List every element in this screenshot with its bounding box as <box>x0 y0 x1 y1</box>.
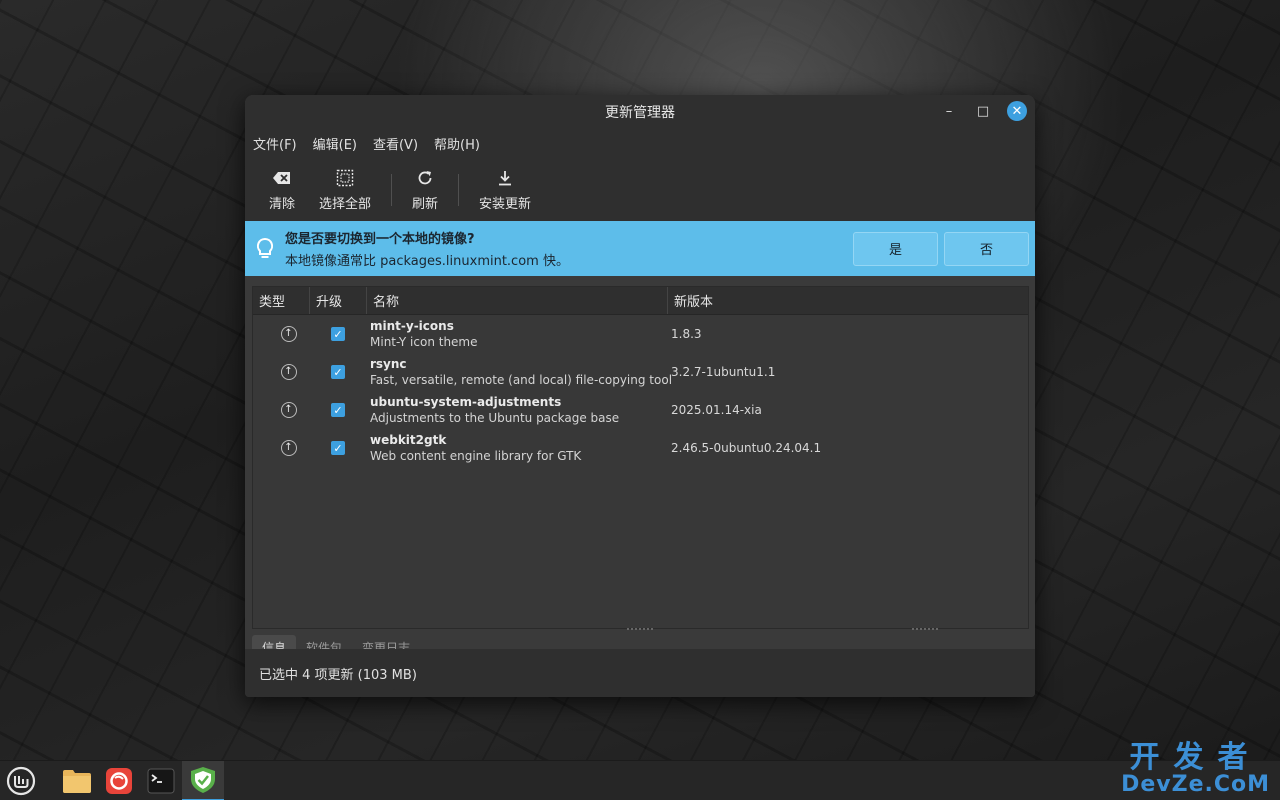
table-header: 类型 升级 名称 新版本 <box>253 287 1028 315</box>
select-all-label: 选择全部 <box>319 197 372 212</box>
table-row[interactable]: ↑ ✓ rsync Fast, versatile, remote (and l… <box>253 353 1028 391</box>
menu-edit[interactable]: 编辑(E) <box>313 134 357 153</box>
window-title: 更新管理器 <box>605 104 675 121</box>
watermark-cn: 开发者 <box>1129 740 1262 775</box>
maximize-button[interactable]: □ <box>973 101 993 121</box>
select-all-button[interactable]: 选择全部 <box>307 162 383 218</box>
refresh-icon <box>416 167 434 189</box>
status-bar: 已选中 4 项更新 (103 MB) <box>245 649 1035 697</box>
package-version: 3.2.7-1ubuntu1.1 <box>671 365 776 379</box>
folder-icon <box>63 769 91 793</box>
package-description: Fast, versatile, remote (and local) file… <box>370 373 673 387</box>
shield-icon <box>191 766 215 793</box>
upgrade-type-icon: ↑ <box>280 326 297 342</box>
lightbulb-icon <box>245 237 285 261</box>
package-name: webkit2gtk <box>370 433 447 447</box>
table-row[interactable]: ↑ ✓ webkit2gtk Web content engine librar… <box>253 429 1028 467</box>
status-text: 已选中 4 项更新 (103 MB) <box>259 667 417 683</box>
menu-help[interactable]: 帮助(H) <box>434 134 480 153</box>
update-manager-window: 更新管理器 – □ ✕ 文件(F) 编辑(E) 查看(V) 帮助(H) 清除 选… <box>245 95 1035 697</box>
pane-resize-handle[interactable] <box>912 628 938 630</box>
select-all-icon <box>336 167 354 189</box>
package-description: Mint-Y icon theme <box>370 335 478 349</box>
package-version: 2.46.5-0ubuntu0.24.04.1 <box>671 441 822 455</box>
updates-table: 类型 升级 名称 新版本 ↑ ✓ mint-y-icons Mint-Y ico… <box>252 286 1029 629</box>
toolbar-separator <box>391 173 393 206</box>
tab-changelog[interactable]: 变更日志 <box>352 635 420 649</box>
column-upgrade[interactable]: 升级 <box>310 287 367 314</box>
column-type[interactable]: 类型 <box>253 287 310 314</box>
upgrade-checkbox[interactable]: ✓ <box>331 327 345 341</box>
files-launcher[interactable] <box>56 761 98 800</box>
title-bar[interactable]: 更新管理器 – □ ✕ <box>245 95 1035 128</box>
package-description: Web content engine library for GTK <box>370 449 582 463</box>
install-updates-label: 安装更新 <box>479 197 532 212</box>
package-name: rsync <box>370 357 407 371</box>
backspace-icon <box>272 167 292 189</box>
upgrade-type-icon: ↑ <box>280 440 297 456</box>
package-name: ubuntu-system-adjustments <box>370 395 562 409</box>
terminal-icon <box>147 768 175 793</box>
upgrade-type-icon: ↑ <box>280 402 297 418</box>
infobar-title: 您是否要切换到一个本地的镜像? <box>285 232 475 247</box>
tab-info[interactable]: 信息 <box>252 635 297 649</box>
minimize-button[interactable]: – <box>939 101 959 121</box>
mint-logo-icon <box>6 766 36 795</box>
close-button[interactable]: ✕ <box>1007 101 1027 121</box>
menu-bar: 文件(F) 编辑(E) 查看(V) 帮助(H) <box>245 128 1035 158</box>
details-tabs: 信息 软件包 变更日志 <box>252 635 420 649</box>
terminal-launcher[interactable] <box>140 761 182 800</box>
clear-button[interactable]: 清除 <box>257 162 307 218</box>
toolbar: 清除 选择全部 刷新 安装更新 <box>245 158 1035 221</box>
upgrade-checkbox[interactable]: ✓ <box>331 441 345 455</box>
table-row[interactable]: ↑ ✓ mint-y-icons Mint-Y icon theme 1.8.3 <box>253 315 1028 353</box>
mirror-info-bar: 您是否要切换到一个本地的镜像? 本地镜像通常比 packages.linuxmi… <box>245 221 1035 276</box>
column-new-version[interactable]: 新版本 <box>668 287 1028 314</box>
firefox-launcher[interactable] <box>98 761 140 800</box>
table-row[interactable]: ↑ ✓ ubuntu-system-adjustments Adjustment… <box>253 391 1028 429</box>
package-name: mint-y-icons <box>370 319 454 333</box>
yes-button[interactable]: 是 <box>853 231 938 266</box>
toolbar-separator <box>458 173 460 206</box>
upgrade-checkbox[interactable]: ✓ <box>331 403 345 417</box>
pane-resize-handle[interactable] <box>627 628 653 630</box>
upgrade-type-icon: ↑ <box>280 364 297 380</box>
mint-menu-button[interactable] <box>0 761 42 800</box>
install-updates-button[interactable]: 安装更新 <box>467 162 543 218</box>
watermark-en: DevZe.CoM <box>1121 772 1270 797</box>
column-name[interactable]: 名称 <box>367 287 668 314</box>
infobar-message: 本地镜像通常比 packages.linuxmint.com 快。 <box>285 254 569 269</box>
download-icon <box>496 167 514 189</box>
package-description: Adjustments to the Ubuntu package base <box>370 411 620 425</box>
update-manager-task[interactable] <box>182 760 224 800</box>
firefox-icon <box>106 767 132 794</box>
watermark-logo: 开发者 DevZe.CoM <box>1121 732 1270 797</box>
clear-label: 清除 <box>269 197 296 212</box>
refresh-button[interactable]: 刷新 <box>400 162 450 218</box>
no-button[interactable]: 否 <box>944 231 1029 266</box>
menu-file[interactable]: 文件(F) <box>253 134 297 153</box>
upgrade-checkbox[interactable]: ✓ <box>331 365 345 379</box>
refresh-label: 刷新 <box>412 197 439 212</box>
tab-packages[interactable]: 软件包 <box>296 635 352 649</box>
package-version: 1.8.3 <box>671 327 702 341</box>
taskbar <box>0 760 1280 800</box>
menu-view[interactable]: 查看(V) <box>373 134 418 153</box>
package-version: 2025.01.14-xia <box>671 403 762 417</box>
